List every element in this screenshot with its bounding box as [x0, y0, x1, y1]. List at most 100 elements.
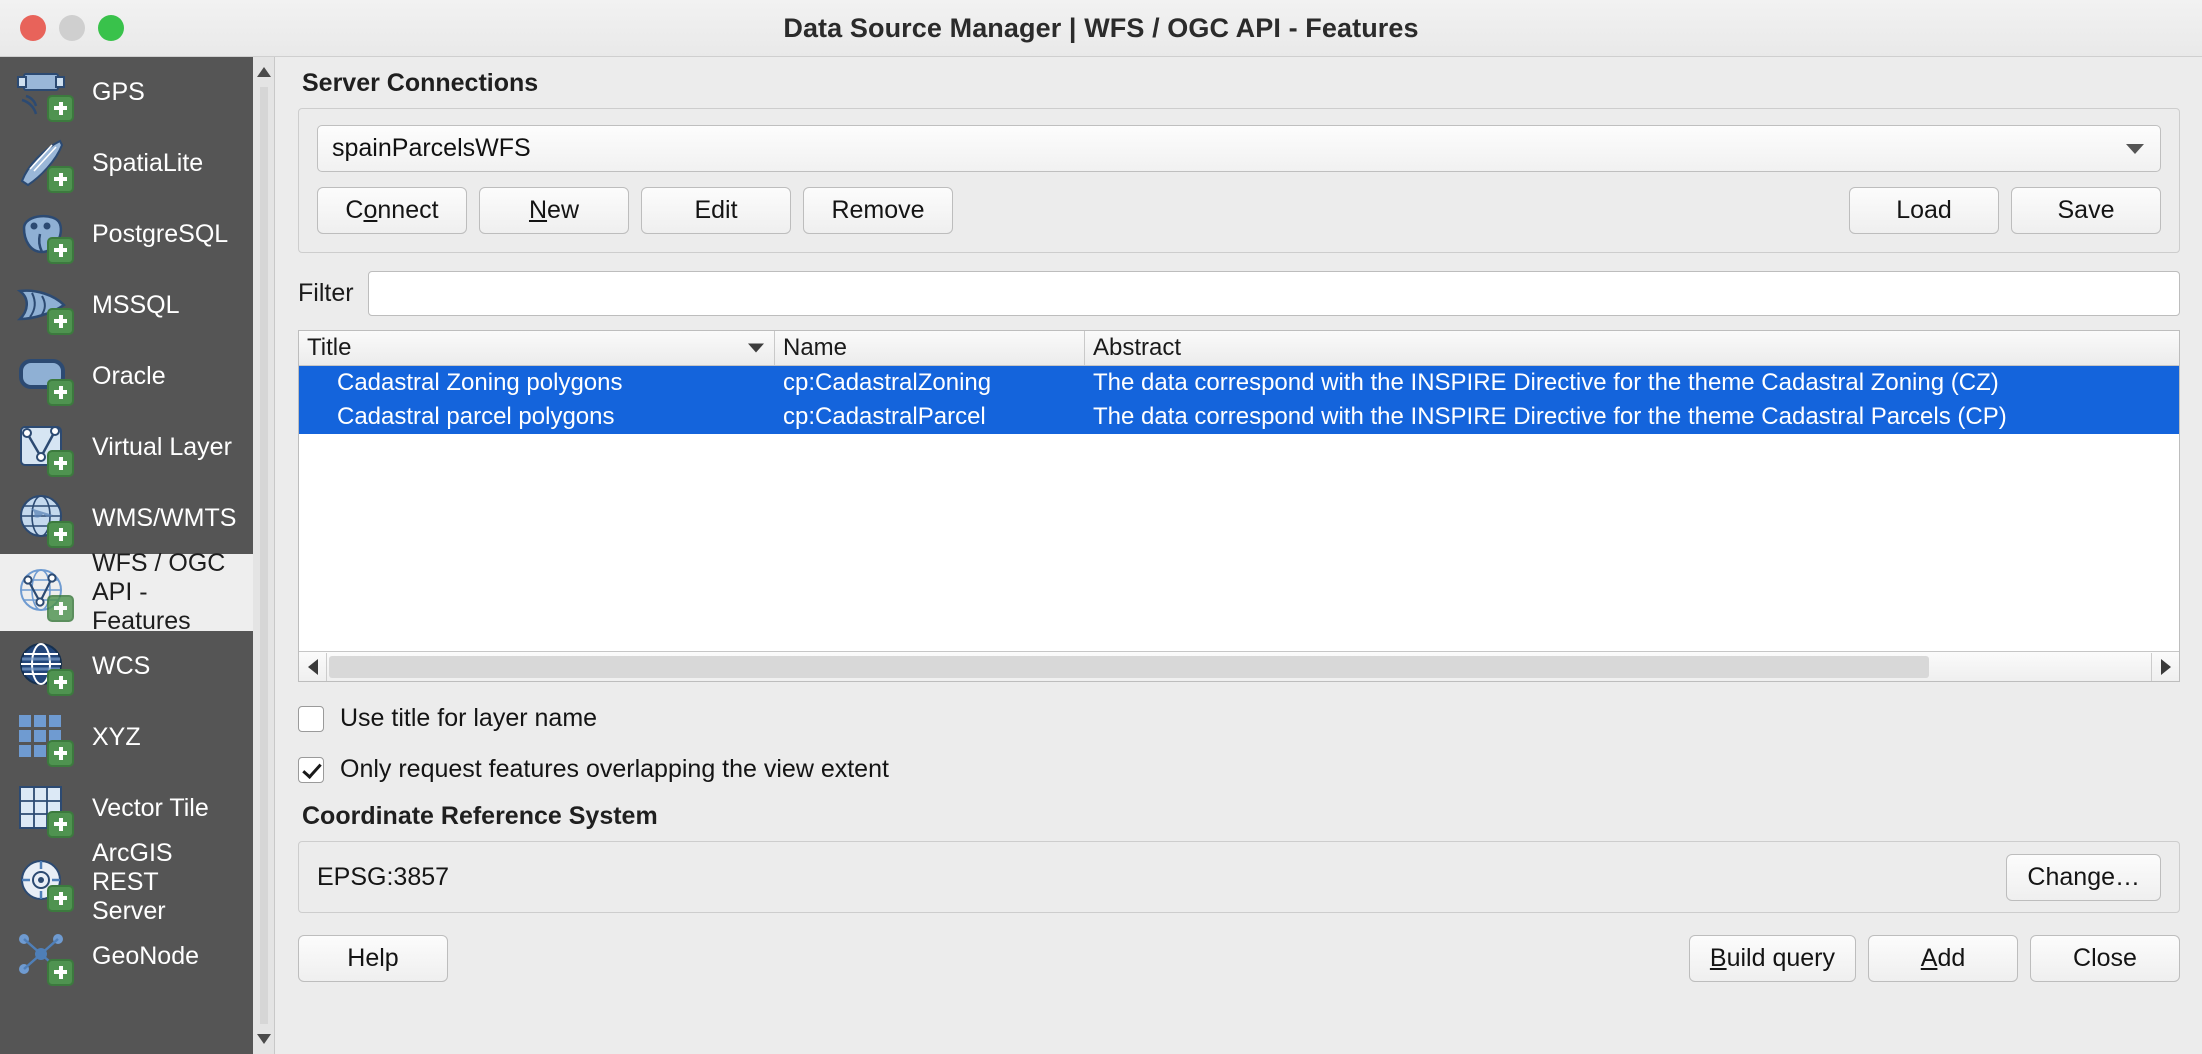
add-badge-icon — [47, 739, 74, 767]
xyz-icon — [14, 709, 76, 767]
sidebar-item-label: WFS / OGC API - Features — [92, 549, 226, 635]
oracle-icon — [14, 348, 76, 406]
arcgis-rest-server-icon — [14, 854, 76, 912]
server-connections-heading: Server Connections — [302, 69, 539, 97]
remove-button[interactable]: Remove — [803, 187, 953, 234]
add-badge-icon — [47, 378, 74, 406]
column-header-abstract[interactable]: Abstract — [1085, 331, 2179, 365]
save-button[interactable]: Save — [2011, 187, 2161, 234]
vector-tile-icon — [14, 780, 76, 838]
sidebar-item-label: ArcGIS REST Server — [92, 839, 173, 925]
column-header-title[interactable]: Title — [299, 331, 775, 365]
geonode-icon — [14, 928, 76, 986]
sidebar-item-label: GPS — [92, 78, 145, 107]
minimize-window-button[interactable] — [59, 15, 85, 41]
connection-select-value: spainParcelsWFS — [332, 134, 531, 162]
sidebar-item-label: PostgreSQL — [92, 220, 229, 249]
window-controls — [20, 15, 124, 41]
cell-title: Cadastral Zoning polygons — [337, 369, 623, 396]
add-badge-icon — [47, 236, 74, 264]
table-row[interactable]: Cadastral parcel polygons cp:CadastralPa… — [299, 400, 2179, 434]
add-badge-icon — [47, 520, 74, 548]
sidebar-item-mssql[interactable]: MSSQL — [0, 270, 253, 341]
sidebar-item-wcs[interactable]: WCS — [0, 631, 253, 702]
dialog-footer: Help Build query Add Close — [298, 935, 2180, 982]
crs-heading: Coordinate Reference System — [302, 802, 658, 830]
sidebar-item-label: Oracle — [92, 362, 166, 391]
filter-row: Filter — [298, 271, 2180, 316]
build-query-button[interactable]: Build query — [1688, 935, 1856, 982]
sidebar-item-oracle[interactable]: Oracle — [0, 341, 253, 412]
server-connections-group: spainParcelsWFS Co nnect New Edit Remove … — [298, 108, 2180, 253]
sidebar-item-geonode[interactable]: GeoNode — [0, 921, 253, 992]
cell-name: cp:CadastralParcel — [783, 403, 986, 430]
sidebar-item-arcgis-rest-server[interactable]: ArcGIS REST Server — [0, 839, 253, 925]
crs-value: EPSG:3857 — [317, 862, 450, 891]
sidebar-item-xyz[interactable]: XYZ — [0, 702, 253, 773]
cell-abstract: The data correspond with the INSPIRE Dir… — [1093, 403, 2007, 430]
add-badge-icon — [47, 594, 74, 622]
add-badge-icon — [47, 810, 74, 838]
connection-select[interactable]: spainParcelsWFS — [317, 125, 2161, 172]
sidebar-item-label: Virtual Layer — [92, 433, 232, 462]
help-button[interactable]: Help — [298, 935, 448, 982]
new-button[interactable]: New — [479, 187, 629, 234]
column-header-name[interactable]: Name — [775, 331, 1085, 365]
sidebar-item-label: MSSQL — [92, 291, 180, 320]
zoom-window-button[interactable] — [98, 15, 124, 41]
horizontal-scroll-thumb[interactable] — [329, 655, 1929, 678]
use-title-for-layer-name-checkbox[interactable] — [298, 705, 324, 732]
sidebar-item-label: GeoNode — [92, 942, 200, 971]
wfs-ogc-api-features-icon — [14, 564, 76, 622]
scroll-up-icon[interactable] — [257, 67, 271, 77]
sidebar-item-label: SpatiaLite — [92, 149, 204, 178]
add-badge-icon — [47, 307, 74, 335]
load-button[interactable]: Load — [1849, 187, 1999, 234]
sidebar-item-gps[interactable]: GPS — [0, 57, 253, 128]
sidebar-item-wfs-ogc-api-features[interactable]: WFS / OGC API - Features — [0, 549, 253, 635]
sidebar-item-wms-wmts[interactable]: WMS/WMTS — [0, 483, 253, 554]
sidebar-item-spatialite[interactable]: SpatiaLite — [0, 128, 253, 199]
add-badge-icon — [47, 884, 74, 912]
add-badge-icon — [47, 94, 74, 122]
spatialite-icon — [14, 135, 76, 193]
virtual-layer-icon — [14, 419, 76, 477]
filter-label: Filter — [298, 279, 354, 307]
scroll-right-icon[interactable] — [2151, 652, 2179, 681]
sidebar-item-label: Vector Tile — [92, 794, 209, 823]
add-badge-icon — [47, 165, 74, 193]
connection-buttons: Co nnect New Edit Remove Load Save — [317, 187, 2161, 234]
mssql-icon — [14, 277, 76, 335]
sidebar-item-label: WMS/WMTS — [92, 504, 237, 533]
cell-name: cp:CadastralZoning — [783, 369, 992, 396]
sidebar-item-postgresql[interactable]: PostgreSQL — [0, 199, 253, 270]
table-horizontal-scrollbar[interactable] — [299, 651, 2179, 681]
sidebar-scrollbar[interactable] — [253, 57, 275, 1054]
edit-button[interactable]: Edit — [641, 187, 791, 234]
layers-table[interactable]: Title Name Abstract Cadastral Zoning pol… — [298, 330, 2180, 682]
filter-input[interactable] — [367, 271, 2180, 316]
add-badge-icon — [47, 668, 74, 696]
add-badge-icon — [47, 958, 74, 986]
wfs-panel: Server Connections spainParcelsWFS Co nne… — [276, 57, 2202, 1054]
only-request-overlapping-row[interactable]: Only request features overlapping the vi… — [298, 755, 2180, 784]
close-window-button[interactable] — [20, 15, 46, 41]
use-title-for-layer-name-row[interactable]: Use title for layer name — [298, 704, 2180, 733]
table-row[interactable]: Cadastral Zoning polygons cp:CadastralZo… — [299, 366, 2179, 400]
wcs-icon — [14, 638, 76, 696]
scroll-down-icon[interactable] — [257, 1034, 271, 1044]
sidebar-item-vector-tile[interactable]: Vector Tile — [0, 773, 253, 844]
only-request-overlapping-checkbox[interactable] — [298, 756, 324, 783]
sidebar-item-virtual-layer[interactable]: Virtual Layer — [0, 412, 253, 483]
table-header: Title Name Abstract — [299, 331, 2179, 366]
close-button[interactable]: Close — [2030, 935, 2180, 982]
cell-title: Cadastral parcel polygons — [337, 403, 615, 430]
sidebar-scroll-track[interactable] — [260, 87, 268, 1024]
connect-button[interactable]: Co nnect — [317, 187, 467, 234]
scroll-left-icon[interactable] — [299, 652, 327, 681]
add-button[interactable]: Add — [1868, 935, 2018, 982]
change-crs-button[interactable]: Change… — [2006, 853, 2161, 901]
postgresql-icon — [14, 206, 76, 264]
source-type-sidebar[interactable]: GPS SpatiaLite PostgreSQL MSSQL Oracle V… — [0, 57, 253, 1054]
sort-descending-icon — [748, 343, 764, 353]
